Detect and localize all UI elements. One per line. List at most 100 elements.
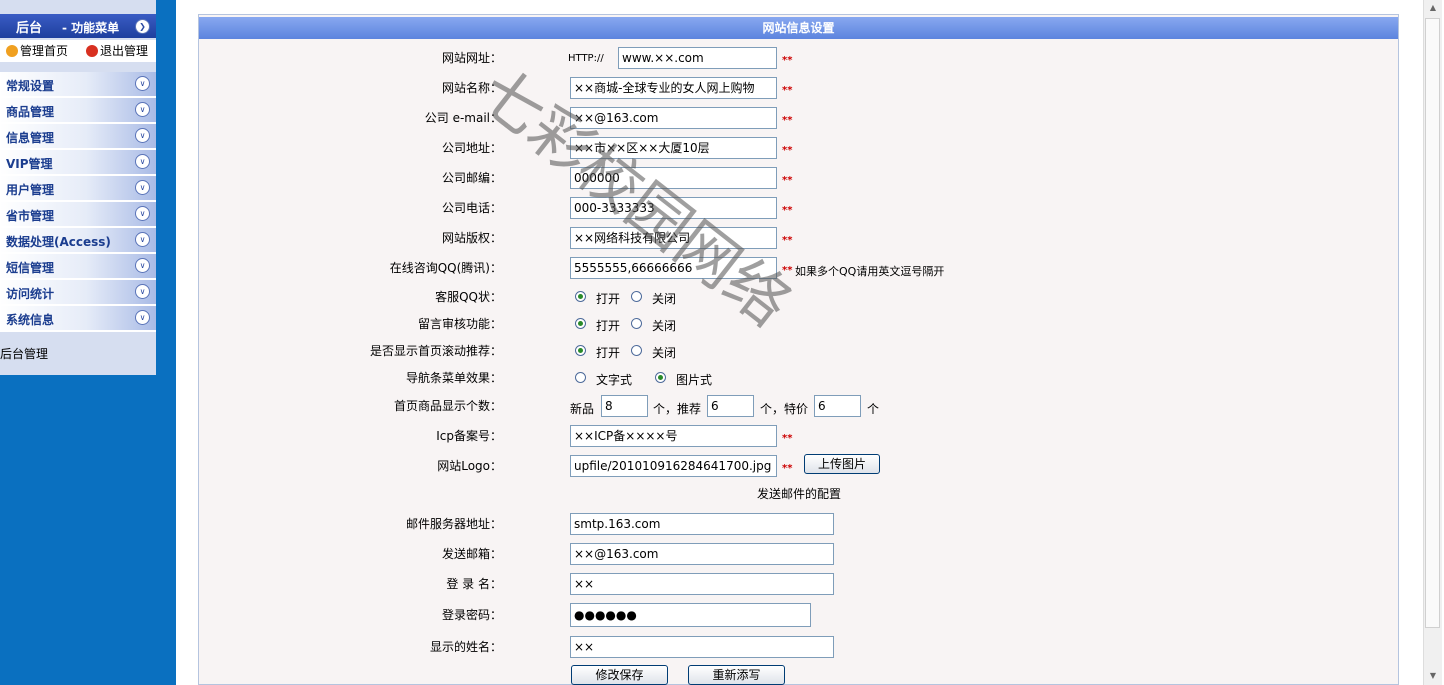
sender-label: 发送邮箱： bbox=[441, 547, 502, 561]
email-input[interactable]: ××@163.com bbox=[570, 107, 777, 129]
scroll-thumb[interactable] bbox=[1425, 18, 1440, 628]
zip-label: 公司邮编： bbox=[441, 171, 502, 185]
logo-input[interactable]: upfile/201010916284641700.jpg bbox=[570, 455, 777, 477]
copyright-label: 网站版权： bbox=[441, 231, 502, 245]
nav-image-label: 图片式 bbox=[676, 373, 713, 387]
sender-input[interactable]: ××@163.com bbox=[570, 543, 834, 565]
sidebar-item-label: 商品管理 bbox=[6, 105, 55, 119]
logout-icon bbox=[86, 45, 98, 57]
required-mark: ** bbox=[782, 265, 793, 276]
audit-open-radio[interactable] bbox=[575, 318, 586, 329]
sidebar-item-info[interactable]: 信息管理 ∨ bbox=[0, 124, 156, 150]
nav-text-label: 文字式 bbox=[596, 373, 633, 387]
new-count-input[interactable]: 8 bbox=[601, 395, 648, 417]
required-mark: ** bbox=[782, 205, 793, 216]
sidebar-item-general[interactable]: 常规设置 ∨ bbox=[0, 72, 156, 98]
site-url-input[interactable]: www.××.com bbox=[618, 47, 777, 69]
menu-header: 后台 - 功能菜单 ❯ bbox=[0, 14, 156, 38]
nav-image-radio[interactable] bbox=[655, 372, 666, 383]
scroll-close-radio[interactable] bbox=[631, 345, 642, 356]
function-menu: 后台 - 功能菜单 ❯ 管理首页 退出管理 常规设置 ∨ 商品管理 ∨ 信息管理 ∨ … bbox=[0, 0, 156, 375]
logo-label: 网站Logo： bbox=[437, 459, 502, 473]
required-mark: ** bbox=[782, 55, 793, 66]
kefu-label: 客服QQ状： bbox=[435, 290, 502, 304]
chevron-down-icon: ∨ bbox=[135, 206, 150, 221]
unit-label: 个 bbox=[867, 402, 880, 416]
site-name-label: 网站名称： bbox=[441, 81, 502, 95]
sidebar-item-label: VIP管理 bbox=[6, 157, 53, 171]
kefu-open-label: 打开 bbox=[596, 292, 621, 306]
audit-close-label: 关闭 bbox=[652, 319, 677, 333]
chevron-down-icon: ∨ bbox=[135, 258, 150, 273]
special-label: 个，特价 bbox=[760, 402, 809, 416]
site-url-label: 网站网址： bbox=[441, 51, 502, 65]
sidebar-footer: 后台管理 bbox=[0, 347, 49, 361]
required-mark: ** bbox=[782, 115, 793, 126]
address-input[interactable]: ××市××区××大厦10层 bbox=[570, 137, 777, 159]
display-name-label: 显示的姓名： bbox=[429, 640, 502, 654]
login-input[interactable]: ×× bbox=[570, 573, 834, 595]
logout-link[interactable]: 退出管理 bbox=[86, 42, 148, 59]
chevron-down-icon: ∨ bbox=[135, 128, 150, 143]
required-mark: ** bbox=[782, 145, 793, 156]
chevron-down-icon: ∨ bbox=[135, 154, 150, 169]
required-mark: ** bbox=[782, 463, 793, 474]
password-input[interactable]: ●●●●●● bbox=[570, 603, 811, 627]
password-label: 登录密码： bbox=[441, 608, 502, 622]
zip-input[interactable]: 000000 bbox=[570, 167, 777, 189]
sidebar-item-sms[interactable]: 短信管理 ∨ bbox=[0, 254, 156, 280]
chevron-down-icon: ∨ bbox=[135, 180, 150, 195]
nav-label: 导航条菜单效果： bbox=[405, 371, 502, 385]
scroll-open-radio[interactable] bbox=[575, 345, 586, 356]
scroll-close-label: 关闭 bbox=[652, 346, 677, 360]
panel-title: 网站信息设置 bbox=[199, 17, 1398, 39]
email-label: 公司 e-mail： bbox=[424, 111, 502, 125]
menu-subtitle: - 功能菜单 bbox=[62, 21, 120, 35]
sidebar-item-label: 常规设置 bbox=[6, 79, 55, 93]
sidebar-item-stats[interactable]: 访问统计 ∨ bbox=[0, 280, 156, 306]
vertical-scrollbar[interactable]: ▲ ▼ bbox=[1423, 0, 1442, 685]
required-mark: ** bbox=[782, 433, 793, 444]
sidebar-item-vip[interactable]: VIP管理 ∨ bbox=[0, 150, 156, 176]
home-icon bbox=[6, 45, 18, 57]
audit-open-label: 打开 bbox=[596, 319, 621, 333]
display-name-input[interactable]: ×× bbox=[570, 636, 834, 658]
site-name-input[interactable]: ××商城-全球专业的女人网上购物 bbox=[570, 77, 777, 99]
chevron-down-icon: ∨ bbox=[135, 76, 150, 91]
save-button[interactable]: 修改保存 bbox=[571, 665, 668, 685]
copyright-input[interactable]: ××网络科技有限公司 bbox=[570, 227, 777, 249]
required-mark: ** bbox=[782, 85, 793, 96]
audit-close-radio[interactable] bbox=[631, 318, 642, 329]
kefu-close-radio[interactable] bbox=[631, 291, 642, 302]
menu-links: 管理首页 退出管理 bbox=[0, 40, 156, 62]
phone-input[interactable]: 000-3333333 bbox=[570, 197, 777, 219]
recommend-label: 个，推荐 bbox=[653, 402, 702, 416]
required-mark: ** bbox=[782, 235, 793, 246]
sidebar-item-products[interactable]: 商品管理 ∨ bbox=[0, 98, 156, 124]
sidebar-item-system[interactable]: 系统信息 ∨ bbox=[0, 306, 156, 332]
sidebar-item-label: 数据处理(Access) bbox=[6, 235, 111, 249]
sidebar-item-users[interactable]: 用户管理 ∨ bbox=[0, 176, 156, 202]
reset-button[interactable]: 重新添写 bbox=[688, 665, 785, 685]
collapse-icon[interactable]: ❯ bbox=[135, 19, 150, 34]
mail-section-title: 发送邮件的配置 bbox=[757, 487, 842, 501]
sidebar-item-regions[interactable]: 省市管理 ∨ bbox=[0, 202, 156, 228]
counts-label: 首页商品显示个数： bbox=[393, 399, 502, 413]
sidebar-item-data[interactable]: 数据处理(Access) ∨ bbox=[0, 228, 156, 254]
special-count-input[interactable]: 6 bbox=[814, 395, 861, 417]
icp-input[interactable]: ××ICP备××××号 bbox=[570, 425, 777, 447]
sidebar-item-label: 访问统计 bbox=[6, 287, 55, 301]
kefu-open-radio[interactable] bbox=[575, 291, 586, 302]
admin-home-label: 管理首页 bbox=[20, 44, 69, 58]
recommend-count-input[interactable]: 6 bbox=[707, 395, 754, 417]
http-prefix: HTTP:// bbox=[568, 53, 604, 64]
upload-image-button[interactable]: 上传图片 bbox=[804, 454, 880, 474]
nav-text-radio[interactable] bbox=[575, 372, 586, 383]
required-mark: ** bbox=[782, 175, 793, 186]
scroll-up-icon[interactable]: ▲ bbox=[1425, 0, 1441, 16]
smtp-input[interactable]: smtp.163.com bbox=[570, 513, 834, 535]
scroll-down-icon[interactable]: ▼ bbox=[1425, 668, 1441, 684]
qq-input[interactable]: 5555555,66666666 bbox=[570, 257, 777, 279]
phone-label: 公司电话： bbox=[441, 201, 502, 215]
admin-home-link[interactable]: 管理首页 bbox=[6, 42, 68, 59]
